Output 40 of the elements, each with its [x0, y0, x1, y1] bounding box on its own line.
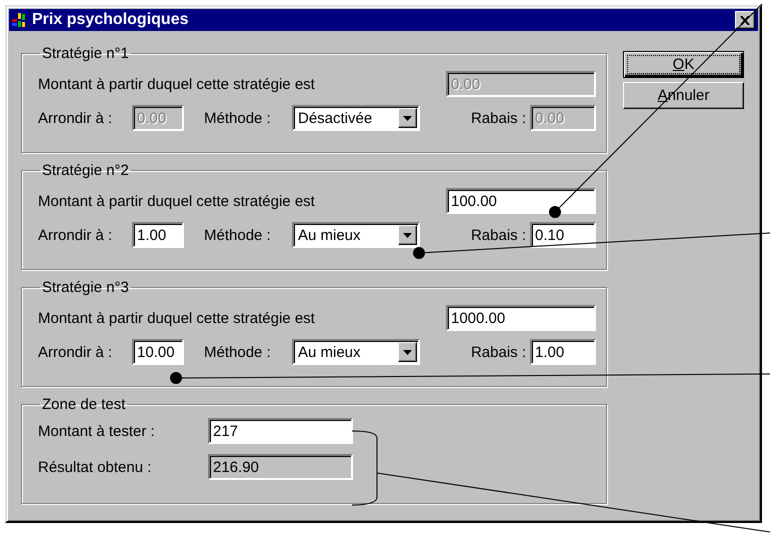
field-label: Arrondir à : [38, 344, 114, 360]
dropdown-arrow-icon [403, 350, 412, 354]
field-label: Montant à tester : [38, 422, 156, 440]
close-button[interactable] [735, 11, 755, 29]
field-label: Méthode : [204, 226, 272, 244]
discount-field[interactable]: 1.00 [530, 339, 596, 365]
dropdown-button[interactable] [398, 342, 417, 362]
field-label: Montant à partir duquel cette stratégie est [38, 310, 315, 326]
threshold-field[interactable]: 100.00 [446, 188, 596, 214]
window-title: Prix psychologiques [32, 11, 190, 29]
field-label: Arrondir à : [38, 110, 114, 126]
round-field[interactable]: 10.00 [132, 339, 184, 365]
method-dropdown[interactable]: Au mieux [292, 222, 420, 248]
field-label: Arrondir à : [38, 226, 114, 244]
dropdown-arrow-icon [403, 232, 412, 238]
field-label: Résultat obtenu : [38, 458, 152, 476]
app-icon [12, 12, 28, 28]
field-label: Rabais : [470, 226, 526, 244]
field-label: Méthode : [204, 344, 272, 360]
method-dropdown[interactable]: Au mieux [292, 339, 420, 365]
threshold-field[interactable]: 1000.00 [446, 305, 596, 331]
discount-field[interactable]: 0.10 [530, 222, 596, 248]
close-icon [740, 16, 750, 24]
field-label: Montant à partir duquel cette stratégie est [38, 192, 315, 210]
dialog-button[interactable]: OK [623, 51, 744, 78]
dropdown-button[interactable] [398, 225, 417, 245]
amount-field[interactable]: 217 [208, 418, 353, 444]
field-label: Méthode : [204, 110, 272, 126]
result-field[interactable]: 216.90 [208, 454, 353, 480]
dropdown-button[interactable] [398, 108, 417, 128]
dropdown-arrow-icon [403, 116, 412, 120]
field-label: Rabais : [470, 344, 526, 360]
round-field[interactable]: 1.00 [132, 222, 184, 248]
group-title: Stratégie n°1 [41, 45, 130, 62]
group-title: Stratégie n°3 [41, 279, 130, 296]
field-label: Rabais : [470, 110, 526, 126]
field-label: Montant à partir duquel cette stratégie est [38, 76, 315, 92]
dialog-button[interactable]: Annuler [623, 82, 744, 109]
group-title: Zone de test [41, 396, 126, 413]
group-title: Stratégie n°2 [41, 162, 130, 179]
